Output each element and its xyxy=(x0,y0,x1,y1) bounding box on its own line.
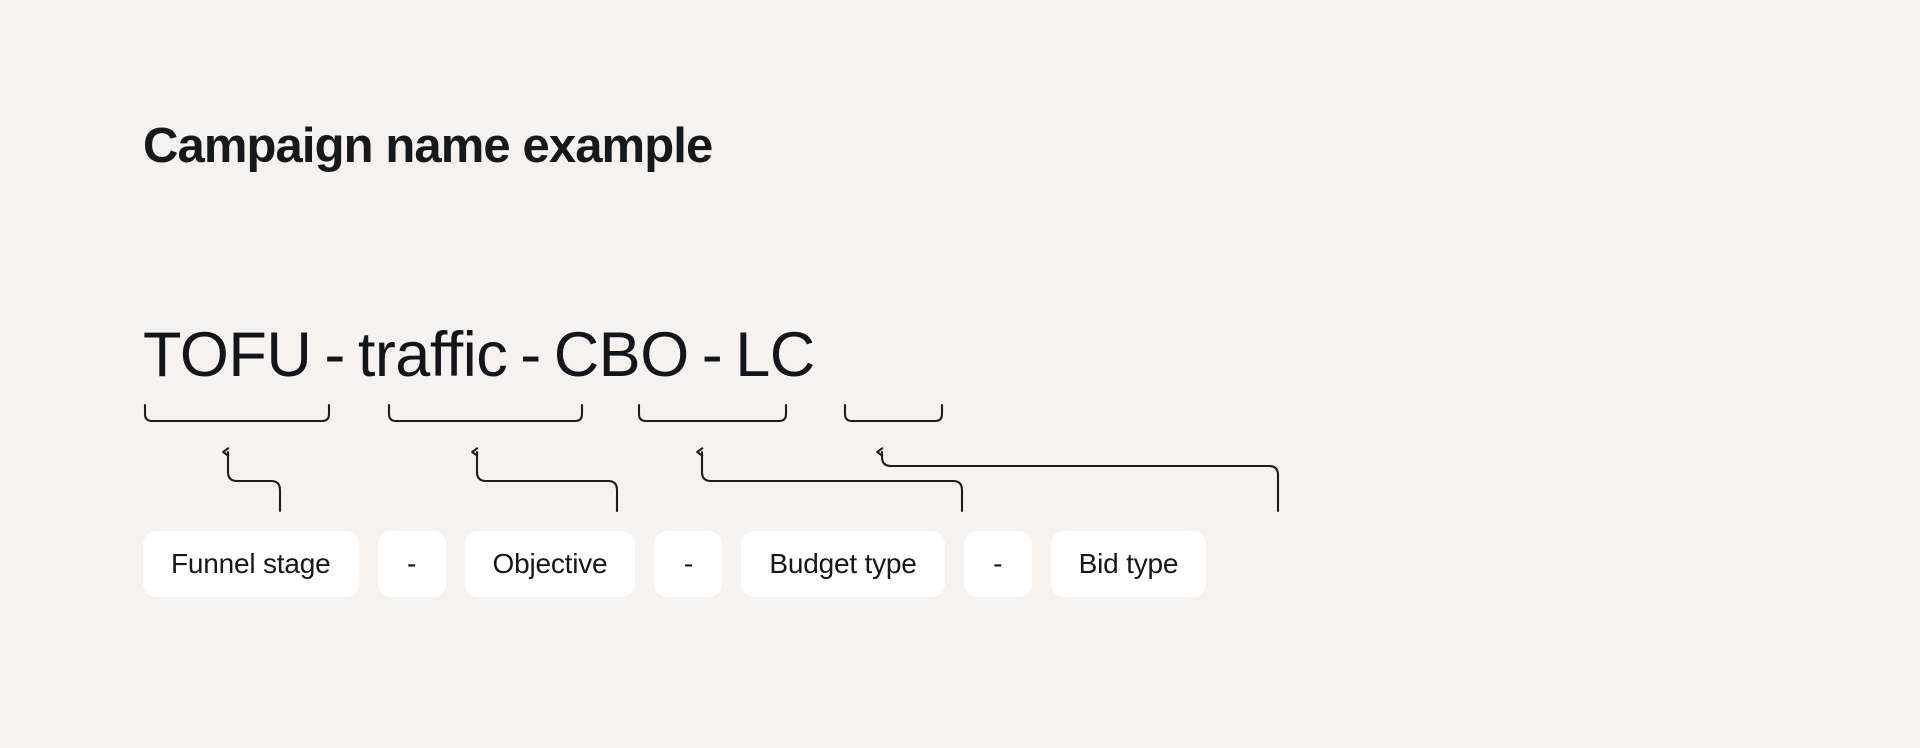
formula-segment-objective: traffic xyxy=(357,320,508,390)
legend-pill-row: Funnel stage - Objective - Budget type -… xyxy=(143,531,1207,597)
pill-separator-3: - xyxy=(963,531,1032,597)
bracket-cbo xyxy=(637,403,788,423)
objective-connector xyxy=(471,447,619,513)
bracket-lc xyxy=(843,403,944,423)
formula-separator-1: - xyxy=(324,320,345,390)
bracket-tofu xyxy=(143,403,331,423)
bracket-traffic xyxy=(387,403,584,423)
budget-type-connector xyxy=(696,447,964,513)
page-title: Campaign name example xyxy=(143,119,713,173)
formula-separator-3: - xyxy=(701,320,723,390)
formula-segment-funnel-stage: TOFU xyxy=(143,320,312,390)
pill-funnel-stage[interactable]: Funnel stage xyxy=(143,531,359,597)
pill-bid-type[interactable]: Bid type xyxy=(1050,531,1207,597)
campaign-name-formula: TOFU - traffic - CBO - LC xyxy=(143,324,815,387)
funnel-stage-connector xyxy=(222,447,282,513)
pill-objective[interactable]: Objective xyxy=(464,531,636,597)
pill-separator-1: - xyxy=(377,531,446,597)
formula-segment-budget-type: CBO xyxy=(553,320,690,390)
formula-separator-2: - xyxy=(520,320,541,390)
pill-separator-2: - xyxy=(654,531,723,597)
bid-type-connector xyxy=(876,447,1280,513)
campaign-naming-diagram: Campaign name example TOFU - traffic - CBO - L… xyxy=(0,0,1920,748)
pill-budget-type[interactable]: Budget type xyxy=(741,531,945,597)
formula-segment-bid-type: LC xyxy=(735,320,815,390)
